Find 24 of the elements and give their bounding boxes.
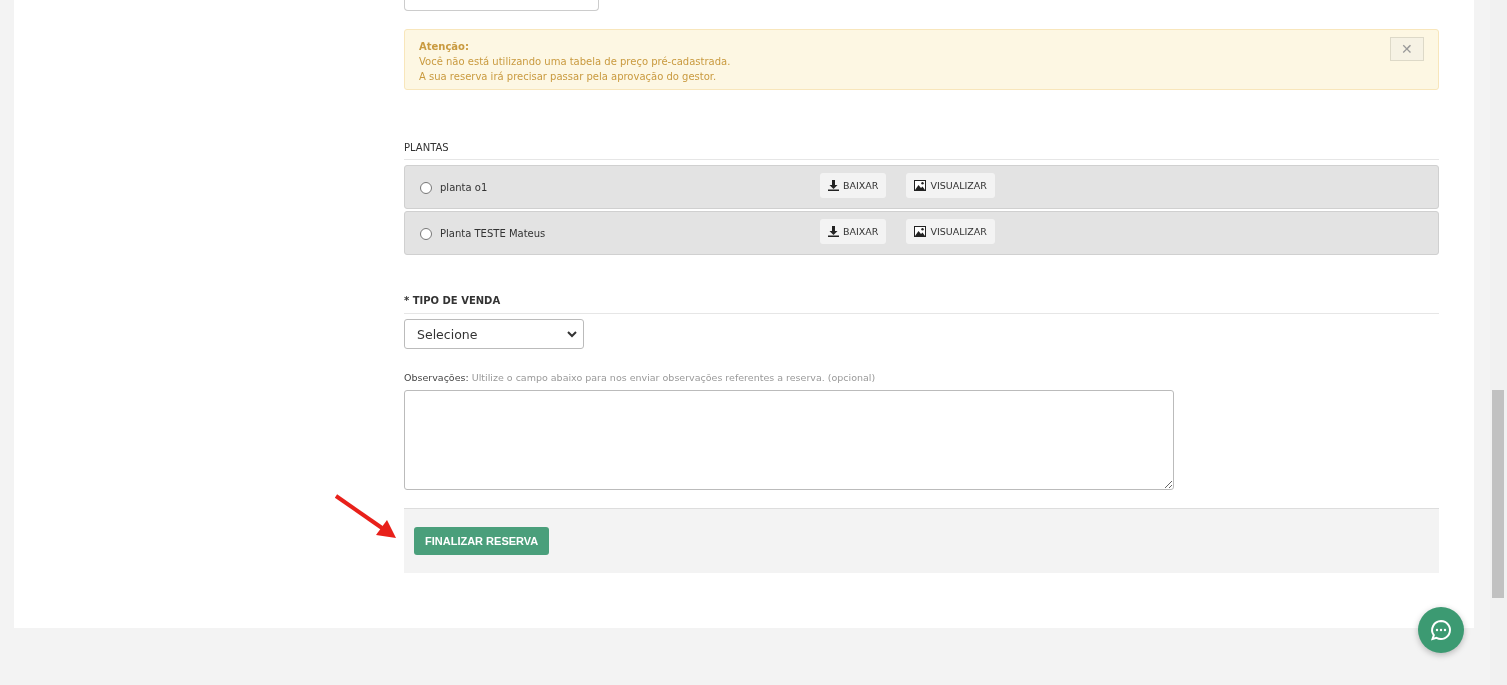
plan-name: Planta TESTE Mateus xyxy=(440,227,547,239)
download-icon xyxy=(828,179,839,191)
annotation-arrow xyxy=(334,494,396,538)
observations-field[interactable] xyxy=(404,390,1174,490)
radio-button[interactable] xyxy=(420,228,432,240)
plan-name: planta o1 xyxy=(440,181,489,193)
chat-button[interactable] xyxy=(1418,607,1464,653)
section-heading: PLANTAS xyxy=(404,142,1439,160)
view-button[interactable]: VISUALIZAR xyxy=(906,172,995,198)
sale-type-dropdown[interactable]: Selecione xyxy=(404,319,584,349)
image-icon xyxy=(914,179,927,191)
field-label: * TIPO DE VENDA xyxy=(404,295,1439,314)
chat-bubble-icon xyxy=(1429,618,1453,642)
field-hint: Observações: Ultilize o campo abaixo para nos enviar observações referentes a reserva. (opcional) xyxy=(404,372,877,383)
alert-text: A sua reserva irá precisar passar pela aprovação do gestor. xyxy=(419,70,718,84)
download-button[interactable]: BAIXAR xyxy=(820,172,887,198)
download-button[interactable]: BAIXAR xyxy=(820,218,887,244)
chevron-down-icon xyxy=(567,330,577,338)
alert-title: Atenção: xyxy=(419,40,470,54)
download-icon xyxy=(828,225,839,237)
image-icon xyxy=(914,225,927,237)
alert-text: Você não está utilizando uma tabela de preço pré-cadastrada. xyxy=(419,55,731,69)
view-button[interactable]: VISUALIZAR xyxy=(906,218,995,244)
radio-button[interactable] xyxy=(420,182,432,194)
